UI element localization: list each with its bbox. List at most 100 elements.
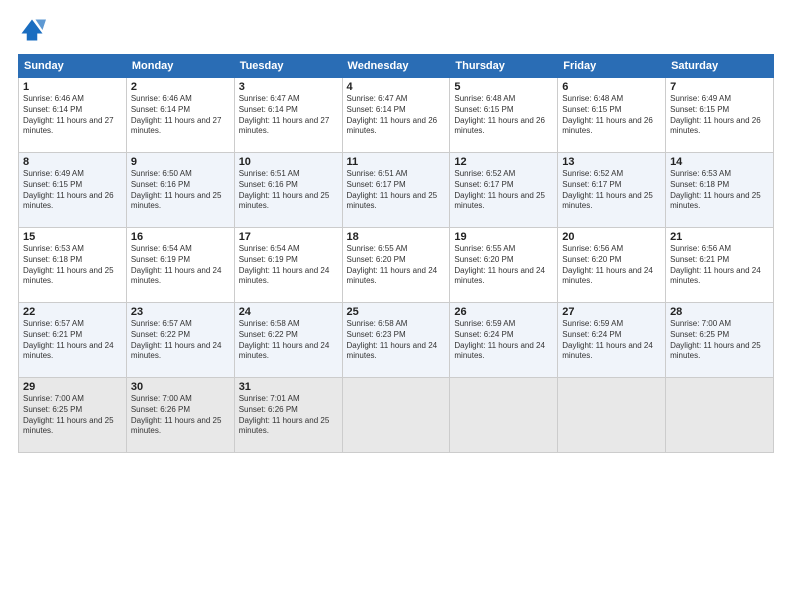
day-number: 20	[562, 231, 661, 243]
day-number: 18	[347, 231, 446, 243]
calendar-week-3: 15Sunrise: 6:53 AMSunset: 6:18 PMDayligh…	[19, 228, 774, 303]
calendar-week-2: 8Sunrise: 6:49 AMSunset: 6:15 PMDaylight…	[19, 153, 774, 228]
day-header-tuesday: Tuesday	[234, 55, 342, 78]
day-number: 17	[239, 231, 338, 243]
day-info: Sunrise: 6:54 AMSunset: 6:19 PMDaylight:…	[131, 244, 230, 287]
calendar-cell	[342, 378, 450, 453]
day-info: Sunrise: 6:57 AMSunset: 6:21 PMDaylight:…	[23, 319, 122, 362]
day-number: 19	[454, 231, 553, 243]
day-number: 2	[131, 81, 230, 93]
day-info: Sunrise: 6:46 AMSunset: 6:14 PMDaylight:…	[131, 94, 230, 137]
calendar-cell: 15Sunrise: 6:53 AMSunset: 6:18 PMDayligh…	[19, 228, 127, 303]
calendar-cell	[666, 378, 774, 453]
day-info: Sunrise: 6:51 AMSunset: 6:16 PMDaylight:…	[239, 169, 338, 212]
day-info: Sunrise: 7:00 AMSunset: 6:26 PMDaylight:…	[131, 394, 230, 437]
day-info: Sunrise: 7:01 AMSunset: 6:26 PMDaylight:…	[239, 394, 338, 437]
day-info: Sunrise: 6:47 AMSunset: 6:14 PMDaylight:…	[347, 94, 446, 137]
calendar-cell: 21Sunrise: 6:56 AMSunset: 6:21 PMDayligh…	[666, 228, 774, 303]
day-info: Sunrise: 6:55 AMSunset: 6:20 PMDaylight:…	[347, 244, 446, 287]
calendar-cell: 11Sunrise: 6:51 AMSunset: 6:17 PMDayligh…	[342, 153, 450, 228]
day-info: Sunrise: 6:59 AMSunset: 6:24 PMDaylight:…	[562, 319, 661, 362]
day-number: 31	[239, 381, 338, 393]
day-number: 26	[454, 306, 553, 318]
day-number: 14	[670, 156, 769, 168]
day-number: 25	[347, 306, 446, 318]
calendar-cell: 26Sunrise: 6:59 AMSunset: 6:24 PMDayligh…	[450, 303, 558, 378]
day-number: 22	[23, 306, 122, 318]
day-info: Sunrise: 7:00 AMSunset: 6:25 PMDaylight:…	[23, 394, 122, 437]
calendar-cell: 29Sunrise: 7:00 AMSunset: 6:25 PMDayligh…	[19, 378, 127, 453]
day-info: Sunrise: 6:59 AMSunset: 6:24 PMDaylight:…	[454, 319, 553, 362]
day-info: Sunrise: 6:53 AMSunset: 6:18 PMDaylight:…	[23, 244, 122, 287]
day-number: 23	[131, 306, 230, 318]
day-number: 28	[670, 306, 769, 318]
calendar-cell: 23Sunrise: 6:57 AMSunset: 6:22 PMDayligh…	[126, 303, 234, 378]
calendar-cell: 4Sunrise: 6:47 AMSunset: 6:14 PMDaylight…	[342, 78, 450, 153]
day-number: 8	[23, 156, 122, 168]
calendar-header-row: SundayMondayTuesdayWednesdayThursdayFrid…	[19, 55, 774, 78]
day-number: 10	[239, 156, 338, 168]
day-number: 12	[454, 156, 553, 168]
calendar-cell: 25Sunrise: 6:58 AMSunset: 6:23 PMDayligh…	[342, 303, 450, 378]
calendar-cell: 5Sunrise: 6:48 AMSunset: 6:15 PMDaylight…	[450, 78, 558, 153]
day-number: 5	[454, 81, 553, 93]
calendar-cell: 1Sunrise: 6:46 AMSunset: 6:14 PMDaylight…	[19, 78, 127, 153]
day-number: 9	[131, 156, 230, 168]
day-info: Sunrise: 6:49 AMSunset: 6:15 PMDaylight:…	[670, 94, 769, 137]
day-number: 24	[239, 306, 338, 318]
day-info: Sunrise: 6:56 AMSunset: 6:21 PMDaylight:…	[670, 244, 769, 287]
day-header-monday: Monday	[126, 55, 234, 78]
day-info: Sunrise: 6:51 AMSunset: 6:17 PMDaylight:…	[347, 169, 446, 212]
calendar-cell: 2Sunrise: 6:46 AMSunset: 6:14 PMDaylight…	[126, 78, 234, 153]
day-number: 16	[131, 231, 230, 243]
day-number: 4	[347, 81, 446, 93]
calendar-cell: 9Sunrise: 6:50 AMSunset: 6:16 PMDaylight…	[126, 153, 234, 228]
header	[18, 16, 774, 44]
day-number: 27	[562, 306, 661, 318]
calendar-cell: 20Sunrise: 6:56 AMSunset: 6:20 PMDayligh…	[558, 228, 666, 303]
day-info: Sunrise: 6:57 AMSunset: 6:22 PMDaylight:…	[131, 319, 230, 362]
day-number: 11	[347, 156, 446, 168]
day-info: Sunrise: 6:58 AMSunset: 6:22 PMDaylight:…	[239, 319, 338, 362]
logo-icon	[18, 16, 46, 44]
calendar-cell: 6Sunrise: 6:48 AMSunset: 6:15 PMDaylight…	[558, 78, 666, 153]
calendar-cell	[450, 378, 558, 453]
day-number: 30	[131, 381, 230, 393]
day-number: 1	[23, 81, 122, 93]
day-header-wednesday: Wednesday	[342, 55, 450, 78]
day-header-thursday: Thursday	[450, 55, 558, 78]
calendar-cell: 10Sunrise: 6:51 AMSunset: 6:16 PMDayligh…	[234, 153, 342, 228]
day-info: Sunrise: 6:58 AMSunset: 6:23 PMDaylight:…	[347, 319, 446, 362]
day-info: Sunrise: 6:48 AMSunset: 6:15 PMDaylight:…	[562, 94, 661, 137]
day-number: 7	[670, 81, 769, 93]
calendar-cell: 13Sunrise: 6:52 AMSunset: 6:17 PMDayligh…	[558, 153, 666, 228]
day-info: Sunrise: 6:55 AMSunset: 6:20 PMDaylight:…	[454, 244, 553, 287]
calendar-cell: 14Sunrise: 6:53 AMSunset: 6:18 PMDayligh…	[666, 153, 774, 228]
calendar-cell: 27Sunrise: 6:59 AMSunset: 6:24 PMDayligh…	[558, 303, 666, 378]
calendar-week-5: 29Sunrise: 7:00 AMSunset: 6:25 PMDayligh…	[19, 378, 774, 453]
calendar-page: SundayMondayTuesdayWednesdayThursdayFrid…	[0, 0, 792, 612]
calendar-cell	[558, 378, 666, 453]
day-number: 29	[23, 381, 122, 393]
calendar-cell: 12Sunrise: 6:52 AMSunset: 6:17 PMDayligh…	[450, 153, 558, 228]
day-info: Sunrise: 6:52 AMSunset: 6:17 PMDaylight:…	[454, 169, 553, 212]
day-info: Sunrise: 6:50 AMSunset: 6:16 PMDaylight:…	[131, 169, 230, 212]
day-header-saturday: Saturday	[666, 55, 774, 78]
day-number: 15	[23, 231, 122, 243]
calendar-cell: 22Sunrise: 6:57 AMSunset: 6:21 PMDayligh…	[19, 303, 127, 378]
day-number: 21	[670, 231, 769, 243]
calendar-cell: 3Sunrise: 6:47 AMSunset: 6:14 PMDaylight…	[234, 78, 342, 153]
day-info: Sunrise: 6:56 AMSunset: 6:20 PMDaylight:…	[562, 244, 661, 287]
day-info: Sunrise: 6:46 AMSunset: 6:14 PMDaylight:…	[23, 94, 122, 137]
day-info: Sunrise: 6:49 AMSunset: 6:15 PMDaylight:…	[23, 169, 122, 212]
calendar-cell: 19Sunrise: 6:55 AMSunset: 6:20 PMDayligh…	[450, 228, 558, 303]
day-number: 6	[562, 81, 661, 93]
calendar-cell: 7Sunrise: 6:49 AMSunset: 6:15 PMDaylight…	[666, 78, 774, 153]
day-info: Sunrise: 7:00 AMSunset: 6:25 PMDaylight:…	[670, 319, 769, 362]
day-header-friday: Friday	[558, 55, 666, 78]
calendar-table: SundayMondayTuesdayWednesdayThursdayFrid…	[18, 54, 774, 453]
calendar-cell: 17Sunrise: 6:54 AMSunset: 6:19 PMDayligh…	[234, 228, 342, 303]
day-header-sunday: Sunday	[19, 55, 127, 78]
calendar-cell: 24Sunrise: 6:58 AMSunset: 6:22 PMDayligh…	[234, 303, 342, 378]
calendar-week-1: 1Sunrise: 6:46 AMSunset: 6:14 PMDaylight…	[19, 78, 774, 153]
